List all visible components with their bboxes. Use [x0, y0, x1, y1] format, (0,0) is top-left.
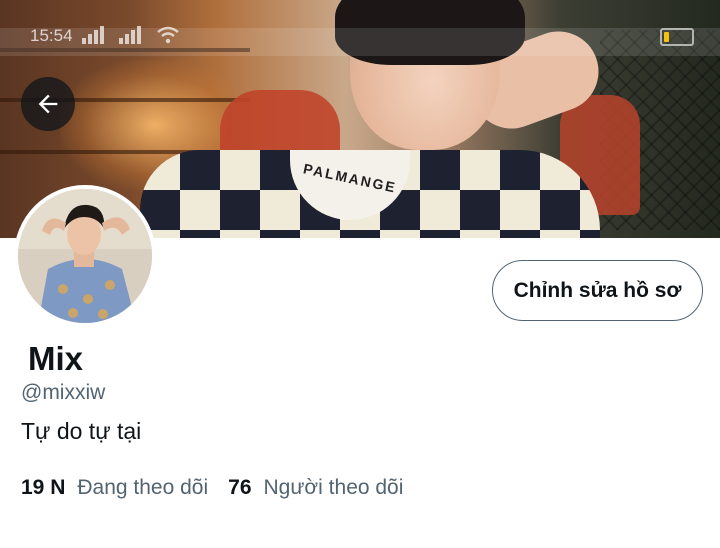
back-button[interactable] — [21, 77, 75, 131]
battery-fill — [664, 32, 669, 42]
following-label: Đang theo dõi — [77, 476, 209, 499]
followers-label: Người theo dõi — [263, 476, 404, 499]
edit-profile-button[interactable]: Chỉnh sửa hồ sơ — [492, 260, 703, 321]
status-bar: 15:54 — [0, 0, 720, 60]
followers-count: 76 — [228, 476, 252, 499]
following-count: 19 N — [21, 476, 66, 499]
follow-stats: 19 N Đang theo dõi 76 Người theo dõi — [21, 476, 403, 500]
signal-icon — [82, 26, 104, 45]
signal-icon — [119, 26, 142, 45]
following-link[interactable]: 19 N Đang theo dõi — [21, 476, 208, 500]
display-name: Mix — [28, 340, 84, 377]
followers-link[interactable]: 76 Người theo dõi — [228, 476, 403, 500]
avatar-photo — [18, 189, 152, 323]
arrow-left-icon — [38, 94, 58, 114]
battery-icon — [660, 28, 694, 46]
status-time: 15:54 — [30, 26, 73, 45]
avatar[interactable] — [14, 185, 156, 327]
wifi-icon — [157, 27, 179, 44]
user-handle: @mixxiw — [21, 381, 106, 404]
status-icons — [82, 24, 180, 45]
user-bio: Tự do tự tại — [21, 418, 142, 444]
